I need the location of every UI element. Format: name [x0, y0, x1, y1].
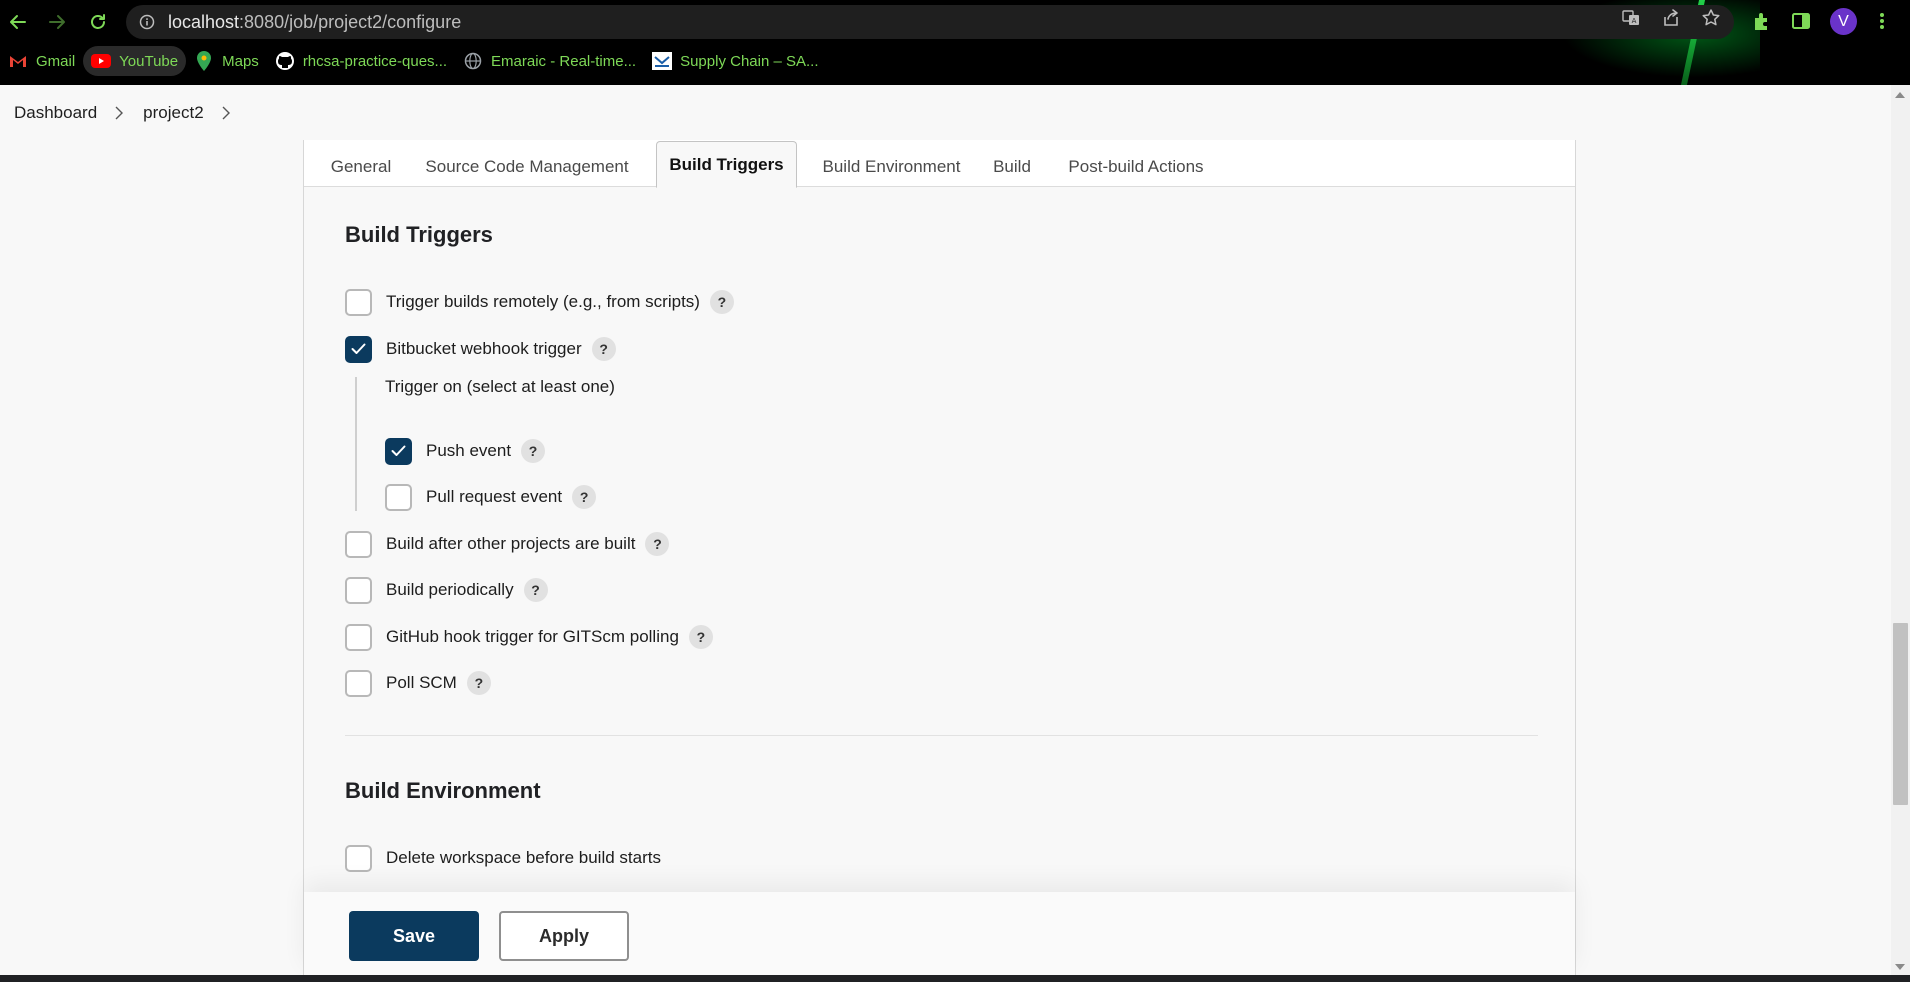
- reload-icon[interactable]: [85, 9, 111, 35]
- option-label[interactable]: Delete workspace before build starts: [386, 848, 661, 868]
- bookmark-emaraic[interactable]: Emaraic - Real-time...: [455, 46, 644, 76]
- bookmark-maps[interactable]: Maps: [186, 46, 267, 76]
- svg-text:A: A: [1632, 17, 1637, 25]
- address-bar[interactable]: localhost:8080/job/project2/configure: [126, 5, 1734, 39]
- checkbox[interactable]: [385, 483, 412, 511]
- url-path: :8080/job/project2/configure: [239, 11, 462, 32]
- bookmark-github[interactable]: rhcsa-practice-ques...: [267, 46, 455, 76]
- help-icon[interactable]: ?: [572, 485, 597, 509]
- tab-build-triggers[interactable]: Build Triggers: [656, 141, 797, 188]
- option-label[interactable]: Trigger builds remotely (e.g., from scri…: [386, 292, 700, 312]
- youtube-icon: [91, 51, 112, 71]
- mail-envelope-icon: [652, 51, 673, 71]
- bookmark-label: YouTube: [119, 52, 179, 70]
- checkbox[interactable]: [345, 844, 372, 872]
- share-icon[interactable]: [1661, 8, 1681, 28]
- option-label[interactable]: Push event: [426, 441, 511, 461]
- apply-button[interactable]: Apply: [499, 911, 629, 961]
- menu-kebab-icon[interactable]: [1870, 9, 1894, 33]
- section-title-build-environment: Build Environment: [345, 778, 541, 803]
- help-icon[interactable]: ?: [645, 532, 670, 556]
- section-title-build-triggers: Build Triggers: [345, 222, 493, 247]
- bookmark-youtube[interactable]: YouTube: [83, 46, 187, 76]
- option-label[interactable]: Pull request event: [426, 487, 562, 507]
- config-tabs: General Source Code Management Build Tri…: [304, 140, 1575, 188]
- configure-panel: General Source Code Management Build Tri…: [303, 140, 1576, 975]
- github-icon: [275, 51, 295, 71]
- option-build-after-other-projects[interactable]: Build after other projects are built ?: [345, 529, 670, 559]
- help-icon[interactable]: ?: [688, 625, 713, 649]
- help-icon[interactable]: ?: [709, 290, 734, 314]
- chevron-right-icon[interactable]: [222, 106, 232, 120]
- back-arrow-icon[interactable]: [5, 9, 31, 35]
- trigger-on-label: Trigger on (select at least one): [385, 377, 615, 396]
- gmail-icon: [8, 51, 28, 71]
- bookmark-gmail[interactable]: Gmail: [0, 46, 83, 76]
- bookmarks-bar: Gmail YouTube Maps rhcsa-practice-ques..…: [0, 46, 827, 76]
- tab-build-environment[interactable]: Build Environment: [819, 146, 964, 187]
- checkbox[interactable]: [345, 576, 372, 604]
- window-bottom-edge: [0, 975, 1910, 982]
- tab-build[interactable]: Build: [987, 146, 1037, 187]
- checkbox[interactable]: [345, 623, 372, 651]
- option-github-hook-trigger[interactable]: GitHub hook trigger for GITScm polling ?: [345, 622, 713, 652]
- chevron-right-icon: [115, 106, 125, 120]
- page-scrollbar[interactable]: [1891, 85, 1910, 975]
- checkbox[interactable]: [345, 335, 372, 363]
- breadcrumb: Dashboard project2: [0, 85, 1910, 140]
- option-push-event[interactable]: Push event ?: [385, 436, 546, 466]
- bookmark-label: Supply Chain – SA...: [680, 52, 819, 70]
- checkbox[interactable]: [345, 669, 372, 697]
- option-build-periodically[interactable]: Build periodically ?: [345, 575, 548, 605]
- breadcrumb-project2[interactable]: project2: [143, 103, 203, 123]
- option-poll-scm[interactable]: Poll SCM ?: [345, 668, 491, 698]
- option-trigger-remotely[interactable]: Trigger builds remotely (e.g., from scri…: [345, 287, 734, 317]
- scrollbar-thumb[interactable]: [1893, 623, 1908, 805]
- scroll-up-arrow-icon[interactable]: [1895, 92, 1905, 98]
- option-label[interactable]: Build after other projects are built: [386, 534, 635, 554]
- bookmark-label: rhcsa-practice-ques...: [302, 52, 448, 70]
- checkbox[interactable]: [345, 530, 372, 558]
- tab-source-code-management[interactable]: Source Code Management: [422, 146, 632, 187]
- maps-pin-icon: [194, 51, 214, 71]
- help-icon[interactable]: ?: [591, 337, 616, 361]
- help-icon[interactable]: ?: [523, 578, 548, 602]
- option-pull-request-event[interactable]: Pull request event ?: [385, 482, 597, 512]
- star-icon[interactable]: [1701, 8, 1721, 28]
- profile-avatar[interactable]: V: [1830, 8, 1857, 35]
- tab-post-build-actions[interactable]: Post-build Actions: [1061, 146, 1211, 187]
- option-label[interactable]: Build periodically: [386, 580, 514, 600]
- scroll-down-arrow-icon[interactable]: [1895, 964, 1905, 970]
- forward-arrow-icon[interactable]: [44, 9, 70, 35]
- url-host: localhost: [168, 11, 240, 32]
- bookmark-label: Maps: [222, 52, 259, 70]
- url-text[interactable]: localhost:8080/job/project2/configure: [168, 12, 461, 33]
- help-icon[interactable]: ?: [521, 439, 546, 463]
- browser-toolbar: localhost:8080/job/project2/configure A …: [0, 0, 1910, 85]
- help-icon[interactable]: ?: [466, 671, 491, 695]
- bookmark-label: Gmail: [36, 52, 76, 70]
- option-delete-workspace[interactable]: Delete workspace before build starts: [345, 843, 661, 873]
- translate-icon[interactable]: A: [1621, 8, 1641, 28]
- option-label[interactable]: Poll SCM: [386, 673, 457, 693]
- side-panel-icon[interactable]: [1789, 9, 1813, 33]
- save-button[interactable]: Save: [349, 911, 479, 961]
- option-label[interactable]: GitHub hook trigger for GITScm polling: [386, 627, 679, 647]
- form-actions-bar: Save Apply: [304, 892, 1575, 975]
- info-icon[interactable]: [138, 13, 156, 31]
- nested-indent-line: [355, 377, 357, 511]
- option-bitbucket-webhook[interactable]: Bitbucket webhook trigger ?: [345, 334, 616, 364]
- globe-icon: [463, 51, 483, 71]
- bookmark-supply-chain[interactable]: Supply Chain – SA...: [644, 46, 826, 76]
- breadcrumb-dashboard[interactable]: Dashboard: [14, 103, 97, 123]
- bookmark-label: Emaraic - Real-time...: [491, 52, 637, 70]
- checkbox[interactable]: [345, 288, 372, 316]
- section-divider: [345, 735, 1538, 736]
- option-label[interactable]: Bitbucket webhook trigger: [386, 339, 582, 359]
- checkbox[interactable]: [385, 437, 412, 465]
- extensions-icon[interactable]: [1750, 9, 1774, 33]
- tab-general[interactable]: General: [326, 146, 396, 187]
